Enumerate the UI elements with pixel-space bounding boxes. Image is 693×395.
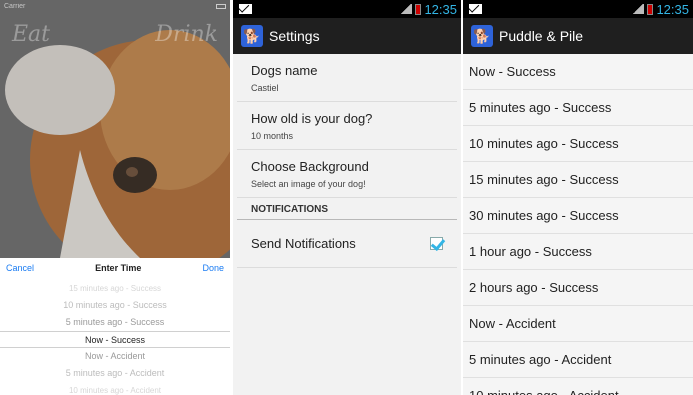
signal-icon xyxy=(400,4,413,14)
battery-icon xyxy=(216,3,226,9)
list-item[interactable]: 15 minutes ago - Success xyxy=(463,162,693,198)
list-item[interactable]: 1 hour ago - Success xyxy=(463,234,693,270)
list-item[interactable]: 10 minutes ago - Accident xyxy=(463,378,693,395)
dog-icon[interactable]: 🐕 xyxy=(241,25,263,47)
settings-list: Dogs name Castiel How old is your dog? 1… xyxy=(233,54,461,268)
picker-option[interactable]: 5 minutes ago - Success xyxy=(0,314,230,331)
picker-option[interactable]: Now - Accident xyxy=(0,348,230,365)
done-button[interactable]: Done xyxy=(202,263,224,273)
list-item[interactable]: 2 hours ago - Success xyxy=(463,270,693,306)
picker-option-selected[interactable]: Now - Success xyxy=(0,331,230,348)
page-title: Puddle & Pile xyxy=(499,28,584,44)
status-time: 12:35 xyxy=(656,1,689,17)
time-picker[interactable]: 15 minutes ago - Success 10 minutes ago … xyxy=(0,280,230,395)
setting-dog-name[interactable]: Dogs name Castiel xyxy=(237,54,457,102)
overlay-words: Eat Drink xyxy=(0,22,230,47)
ios-screen: Carrier Eat Drink Cancel Enter Time Done… xyxy=(0,0,230,395)
setting-send-notifications[interactable]: Send Notifications xyxy=(237,220,457,268)
carrier-label: Carrier xyxy=(4,2,26,10)
log-screen: 12:35 🐕 Puddle & Pile Now - Success 5 mi… xyxy=(463,0,693,395)
notifications-checkbox[interactable] xyxy=(430,237,443,250)
setting-title: Choose Background xyxy=(251,159,369,174)
picker-toolbar: Cancel Enter Time Done xyxy=(0,258,230,278)
battery-icon xyxy=(415,3,422,15)
event-list: Now - Success 5 minutes ago - Success 10… xyxy=(463,54,693,395)
setting-summary: 10 months xyxy=(251,131,294,141)
setting-dog-age[interactable]: How old is your dog? 10 months xyxy=(237,102,457,150)
eat-label: Eat xyxy=(12,22,51,47)
signal-icon xyxy=(632,4,645,14)
mail-icon xyxy=(469,4,482,14)
status-time: 12:35 xyxy=(424,1,457,17)
list-item[interactable]: 5 minutes ago - Success xyxy=(463,90,693,126)
setting-title: Send Notifications xyxy=(251,236,356,251)
page-title: Settings xyxy=(269,28,320,44)
ios-status-bar: Carrier xyxy=(0,0,230,12)
list-item[interactable]: Now - Success xyxy=(463,54,693,90)
picker-option[interactable]: 10 minutes ago - Success xyxy=(0,297,230,314)
setting-summary: Select an image of your dog! xyxy=(251,179,366,189)
action-bar: 🐕 Puddle & Pile xyxy=(463,18,693,54)
android-status-bar: 12:35 xyxy=(463,0,693,18)
list-item[interactable]: Now - Accident xyxy=(463,306,693,342)
action-bar: 🐕 Settings xyxy=(233,18,461,54)
picker-title: Enter Time xyxy=(95,263,142,273)
picker-option[interactable]: 10 minutes ago - Accident xyxy=(0,382,230,395)
dog-photo-background: Carrier Eat Drink xyxy=(0,0,230,258)
picker-option[interactable]: 15 minutes ago - Success xyxy=(0,280,230,297)
mail-icon xyxy=(239,4,252,14)
setting-summary: Castiel xyxy=(251,83,279,93)
list-item[interactable]: 5 minutes ago - Accident xyxy=(463,342,693,378)
drink-label: Drink xyxy=(155,22,218,47)
setting-title: How old is your dog? xyxy=(251,111,373,126)
cancel-button[interactable]: Cancel xyxy=(6,263,34,273)
section-header-notifications: NOTIFICATIONS xyxy=(237,198,457,220)
list-item[interactable]: 30 minutes ago - Success xyxy=(463,198,693,234)
setting-title: Dogs name xyxy=(251,63,318,78)
picker-option[interactable]: 5 minutes ago - Accident xyxy=(0,365,230,382)
dog-icon[interactable]: 🐕 xyxy=(471,25,493,47)
android-status-bar: 12:35 xyxy=(233,0,461,18)
settings-screen: 12:35 🐕 Settings Dogs name Castiel How o… xyxy=(233,0,461,395)
list-item[interactable]: 10 minutes ago - Success xyxy=(463,126,693,162)
setting-background[interactable]: Choose Background Select an image of you… xyxy=(237,150,457,198)
battery-icon xyxy=(647,3,654,15)
